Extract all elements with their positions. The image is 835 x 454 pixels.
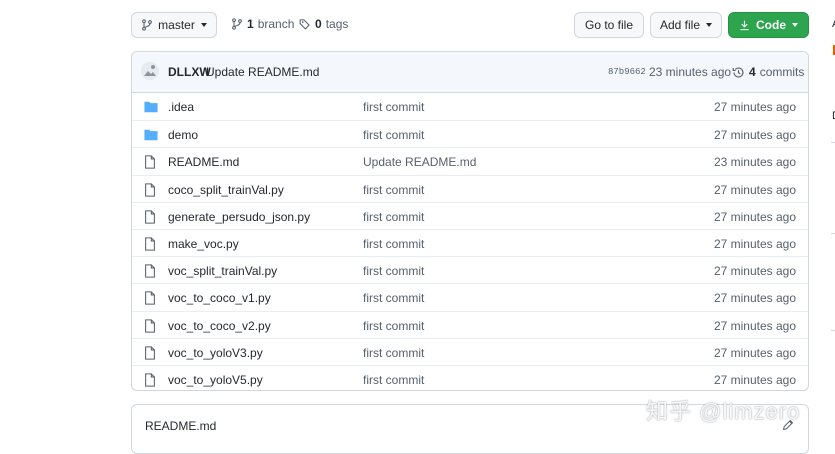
- file-age: 27 minutes ago: [713, 100, 796, 114]
- branches-link[interactable]: 1 branch: [231, 17, 294, 31]
- file-row[interactable]: generate_persudo_json.py first commit 27 m…: [132, 201, 808, 229]
- file-browser: DLLXW Update README.md 87b9662 23 minute…: [131, 51, 809, 391]
- sidebar-divider: [831, 233, 835, 234]
- branch-count: 1: [247, 17, 254, 31]
- file-age: 27 minutes ago: [713, 209, 796, 224]
- file-icon: [144, 346, 156, 363]
- file-icon: [144, 318, 156, 336]
- file-icon: [144, 291, 156, 308]
- file-name[interactable]: voc_to_coco_v2.py: [168, 319, 271, 333]
- file-row[interactable]: voc_to_coco_v2.py first commit 27 minutes …: [132, 310, 808, 338]
- file-row[interactable]: voc_to_coco_v1.py first commit 27 minutes …: [132, 283, 808, 310]
- download-icon: [740, 20, 749, 30]
- file-commit-message[interactable]: first commit: [363, 319, 424, 333]
- file-commit-message[interactable]: first commit: [363, 264, 424, 278]
- commit-author[interactable]: DLLXW: [168, 65, 211, 79]
- folder-icon: [144, 100, 158, 116]
- file-name[interactable]: .idea: [168, 100, 194, 114]
- commit-message[interactable]: Update README.md: [206, 65, 319, 79]
- file-row[interactable]: make_voc.py first commit 27 minutes ago: [132, 228, 808, 256]
- file-name[interactable]: coco_split_trainVal.py: [168, 183, 284, 197]
- file-icon: [144, 237, 156, 254]
- file-icon: [144, 155, 156, 172]
- file-row[interactable]: coco_split_trainVal.py first commit 27 min…: [132, 174, 808, 202]
- chevron-down-icon: [792, 23, 798, 27]
- code-button[interactable]: Code: [728, 12, 809, 38]
- file-name[interactable]: voc_to_yoloV5.py: [168, 373, 263, 387]
- add-file-button[interactable]: Add file: [650, 12, 722, 38]
- history-icon: [732, 66, 744, 78]
- file-age: 27 minutes ago: [713, 182, 796, 197]
- file-icon: [144, 210, 156, 227]
- file-age: 27 minutes ago: [713, 128, 796, 143]
- tag-count: 0: [315, 17, 322, 31]
- commit-count: 4: [749, 65, 756, 79]
- commit-count-label: commits: [759, 65, 805, 79]
- file-age: 27 minutes ago: [713, 291, 796, 306]
- folder-icon: [144, 128, 158, 144]
- file-commit-message[interactable]: Update README.md: [363, 155, 476, 169]
- tags-link[interactable]: 0 tags: [299, 17, 348, 31]
- latest-commit-bar: DLLXW Update README.md 87b9662 23 minute…: [132, 52, 808, 93]
- file-name[interactable]: generate_persudo_json.py: [168, 210, 310, 224]
- file-icon: [144, 182, 156, 200]
- file-commit-message[interactable]: first commit: [363, 237, 424, 251]
- file-age: 27 minutes ago: [713, 236, 796, 251]
- file-name[interactable]: README.md: [168, 155, 239, 169]
- go-to-file-button[interactable]: Go to file: [574, 12, 644, 38]
- tag-count-label: tags: [325, 17, 349, 31]
- file-commit-message[interactable]: first commit: [363, 291, 424, 305]
- sidebar-divider: [831, 142, 835, 143]
- file-name[interactable]: voc_to_yoloV3.py: [168, 346, 263, 360]
- file-commit-message[interactable]: first commit: [363, 183, 424, 197]
- file-icon: [144, 373, 156, 390]
- code-label: Code: [756, 18, 786, 32]
- file-commit-message[interactable]: first commit: [363, 100, 424, 114]
- chevron-down-icon: [200, 23, 207, 27]
- file-name[interactable]: demo: [168, 128, 198, 142]
- file-row[interactable]: .idea first commit 27 minutes ago: [132, 93, 808, 120]
- commit-sha[interactable]: 87b9662: [608, 67, 646, 77]
- commits-history-link[interactable]: 4 commits: [732, 65, 804, 79]
- file-age: 27 minutes ago: [713, 264, 796, 279]
- file-commit-message[interactable]: first commit: [363, 210, 424, 224]
- go-to-file-label: Go to file: [584, 18, 634, 32]
- file-row[interactable]: README.md Update README.md 23 minutes ago: [132, 147, 808, 174]
- git-branch-icon: [142, 19, 153, 31]
- file-age: 23 minutes ago: [713, 155, 796, 170]
- sidebar-divider: [831, 330, 835, 331]
- avatar[interactable]: [141, 62, 159, 80]
- file-name[interactable]: make_voc.py: [168, 237, 239, 251]
- file-commit-message[interactable]: first commit: [363, 373, 424, 387]
- branch-selector-button[interactable]: master: [131, 12, 217, 38]
- file-row[interactable]: demo first commit 27 minutes ago: [132, 120, 808, 147]
- file-list: .idea first commit 27 minutes ago demo first…: [132, 93, 808, 390]
- readme-title: README.md: [145, 419, 217, 433]
- add-file-label: Add file: [659, 18, 701, 32]
- file-row[interactable]: voc_split_trainVal.py first commit 27 minu…: [132, 256, 808, 283]
- file-age: 27 minutes ago: [713, 372, 796, 387]
- chevron-down-icon: [706, 23, 713, 27]
- file-age: 27 minutes ago: [713, 345, 796, 360]
- file-commit-message[interactable]: first commit: [363, 128, 424, 142]
- file-row[interactable]: voc_to_yoloV5.py first commit 27 minutes a…: [132, 364, 808, 390]
- file-name[interactable]: voc_split_trainVal.py: [168, 264, 277, 278]
- file-name[interactable]: voc_to_coco_v1.py: [168, 291, 271, 305]
- file-age: 27 minutes ago: [713, 318, 796, 333]
- tag-icon: [299, 19, 310, 30]
- commit-time: 23 minutes ago: [649, 65, 732, 79]
- branch-count-label: branch: [257, 17, 295, 31]
- file-commit-message[interactable]: first commit: [363, 346, 424, 360]
- git-branch-icon: [232, 18, 242, 30]
- file-icon: [144, 264, 156, 281]
- zhihu-watermark: 知乎 @limzero: [646, 399, 801, 424]
- file-row[interactable]: voc_to_yoloV3.py first commit 27 minutes a…: [132, 337, 808, 365]
- branch-name: master: [158, 18, 195, 32]
